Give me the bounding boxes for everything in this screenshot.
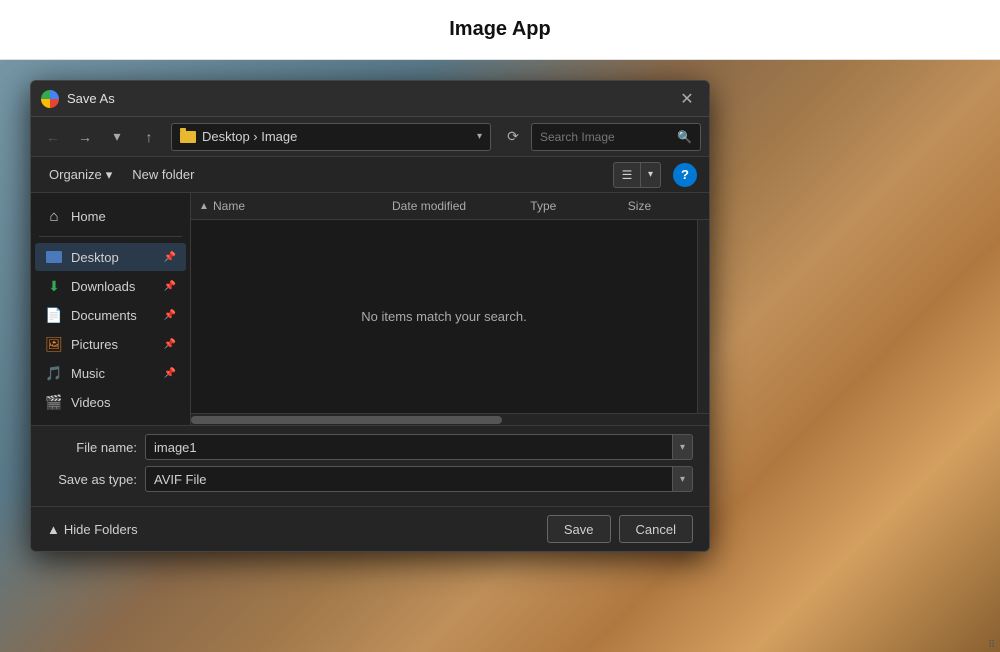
videos-icon: 🎬 [45, 393, 63, 411]
up-button[interactable]: ↑ [135, 123, 163, 151]
app-title-bar: Image App [0, 0, 1000, 60]
vertical-scrollbar[interactable] [697, 220, 709, 413]
column-header-size[interactable]: Size [620, 193, 701, 219]
horizontal-scrollbar[interactable] [191, 413, 709, 425]
pictures-icon: 🖼 [45, 335, 63, 353]
folder-icon [180, 131, 196, 143]
h-scrollbar-thumb [191, 416, 502, 424]
empty-message: No items match your search. [361, 309, 526, 324]
column-header-name[interactable]: Name [205, 193, 384, 219]
address-text: Desktop › Image [202, 129, 473, 144]
filename-input-wrapper[interactable]: ▾ [145, 434, 693, 460]
file-list-area: ▲ Name Date modified Type Size No items … [191, 193, 709, 425]
sidebar-label-documents: Documents [71, 308, 156, 323]
downloads-pin-icon: 📌 [164, 281, 176, 292]
dialog-toolbar: Organize ▾ New folder ☰ ▾ ? [31, 157, 709, 193]
downloads-icon: ⬇ [45, 277, 63, 295]
cancel-button[interactable]: Cancel [619, 515, 693, 543]
back-button[interactable]: ← [39, 123, 67, 151]
app-title: Image App [449, 18, 551, 41]
save-as-dialog: Save As ✕ ← → ▾ ↑ Desktop › Image ▾ ⟳ 🔍 … [30, 80, 710, 552]
save-button[interactable]: Save [547, 515, 611, 543]
documents-pin-icon: 📌 [164, 310, 176, 321]
sidebar-label-home: Home [71, 209, 176, 224]
sidebar-item-pictures[interactable]: 🖼 Pictures 📌 [35, 330, 186, 358]
sidebar-label-pictures: Pictures [71, 337, 156, 352]
refresh-button[interactable]: ⟳ [499, 123, 527, 151]
filename-row: File name: ▾ [47, 434, 693, 460]
hide-folders-button[interactable]: ▲ Hide Folders [47, 522, 138, 537]
close-button[interactable]: ✕ [675, 87, 699, 111]
address-dropdown-icon[interactable]: ▾ [477, 131, 482, 142]
dialog-footer: ▲ Hide Folders Save Cancel [31, 506, 709, 551]
music-pin-icon: 📌 [164, 368, 176, 379]
sidebar-divider [39, 236, 182, 237]
view-dropdown-button[interactable]: ▾ [641, 162, 661, 188]
dialog-titlebar: Save As ✕ [31, 81, 709, 117]
hide-folders-chevron-icon: ▲ [47, 522, 60, 537]
file-list-header: ▲ Name Date modified Type Size [191, 193, 709, 220]
dialog-navbar: ← → ▾ ↑ Desktop › Image ▾ ⟳ 🔍 [31, 117, 709, 157]
dialog-title: Save As [67, 91, 675, 106]
google-icon [41, 90, 59, 108]
filename-input[interactable] [154, 440, 664, 455]
address-bar[interactable]: Desktop › Image ▾ [171, 123, 491, 151]
organize-label: Organize [49, 167, 102, 182]
new-folder-button[interactable]: New folder [126, 163, 200, 186]
hide-folders-label: Hide Folders [64, 522, 138, 537]
dialog-overlay: Save As ✕ ← → ▾ ↑ Desktop › Image ▾ ⟳ 🔍 … [0, 60, 1000, 652]
sidebar: ⌂ Home Desktop 📌 ⬇ [31, 193, 191, 425]
sidebar-item-downloads[interactable]: ⬇ Downloads 📌 [35, 272, 186, 300]
search-icon: 🔍 [677, 130, 692, 144]
sidebar-label-desktop: Desktop [71, 250, 156, 265]
desktop-pin-icon: 📌 [164, 252, 176, 263]
sidebar-item-desktop[interactable]: Desktop 📌 [35, 243, 186, 271]
filetype-row: Save as type: ▾ [47, 466, 693, 492]
filename-label: File name: [47, 440, 137, 455]
documents-icon: 📄 [45, 306, 63, 324]
column-header-type[interactable]: Type [522, 193, 620, 219]
sidebar-item-home[interactable]: ⌂ Home [35, 202, 186, 230]
sidebar-item-documents[interactable]: 📄 Documents 📌 [35, 301, 186, 329]
file-list-body-wrapper: No items match your search. [191, 220, 709, 413]
music-icon: 🎵 [45, 364, 63, 382]
filetype-input-wrapper[interactable]: ▾ [145, 466, 693, 492]
filename-dropdown-button[interactable]: ▾ [672, 435, 692, 459]
organize-dropdown-icon: ▾ [106, 167, 113, 183]
column-header-date[interactable]: Date modified [384, 193, 522, 219]
sidebar-item-videos[interactable]: 🎬 Videos [35, 388, 186, 416]
dialog-content: ⌂ Home Desktop 📌 ⬇ [31, 193, 709, 425]
organize-button[interactable]: Organize ▾ [43, 163, 118, 187]
view-controls: ☰ ▾ [613, 162, 661, 188]
help-button[interactable]: ? [673, 163, 697, 187]
desktop-icon [45, 248, 63, 266]
filetype-dropdown-button[interactable]: ▾ [672, 467, 692, 491]
search-bar[interactable]: 🔍 [531, 123, 701, 151]
dialog-form: File name: ▾ Save as type: ▾ [31, 425, 709, 506]
pictures-pin-icon: 📌 [164, 339, 176, 350]
sidebar-label-music: Music [71, 366, 156, 381]
footer-actions: Save Cancel [547, 515, 693, 543]
sidebar-label-videos: Videos [71, 395, 176, 410]
filetype-label: Save as type: [47, 472, 137, 487]
home-icon: ⌂ [45, 207, 63, 225]
sidebar-label-downloads: Downloads [71, 279, 156, 294]
filetype-input[interactable] [154, 472, 664, 487]
search-input[interactable] [540, 130, 677, 144]
file-list-body: No items match your search. [191, 220, 697, 413]
forward-button[interactable]: → [71, 123, 99, 151]
sidebar-item-music[interactable]: 🎵 Music 📌 [35, 359, 186, 387]
dropdown-button[interactable]: ▾ [103, 123, 131, 151]
view-mode-button[interactable]: ☰ [613, 162, 641, 188]
